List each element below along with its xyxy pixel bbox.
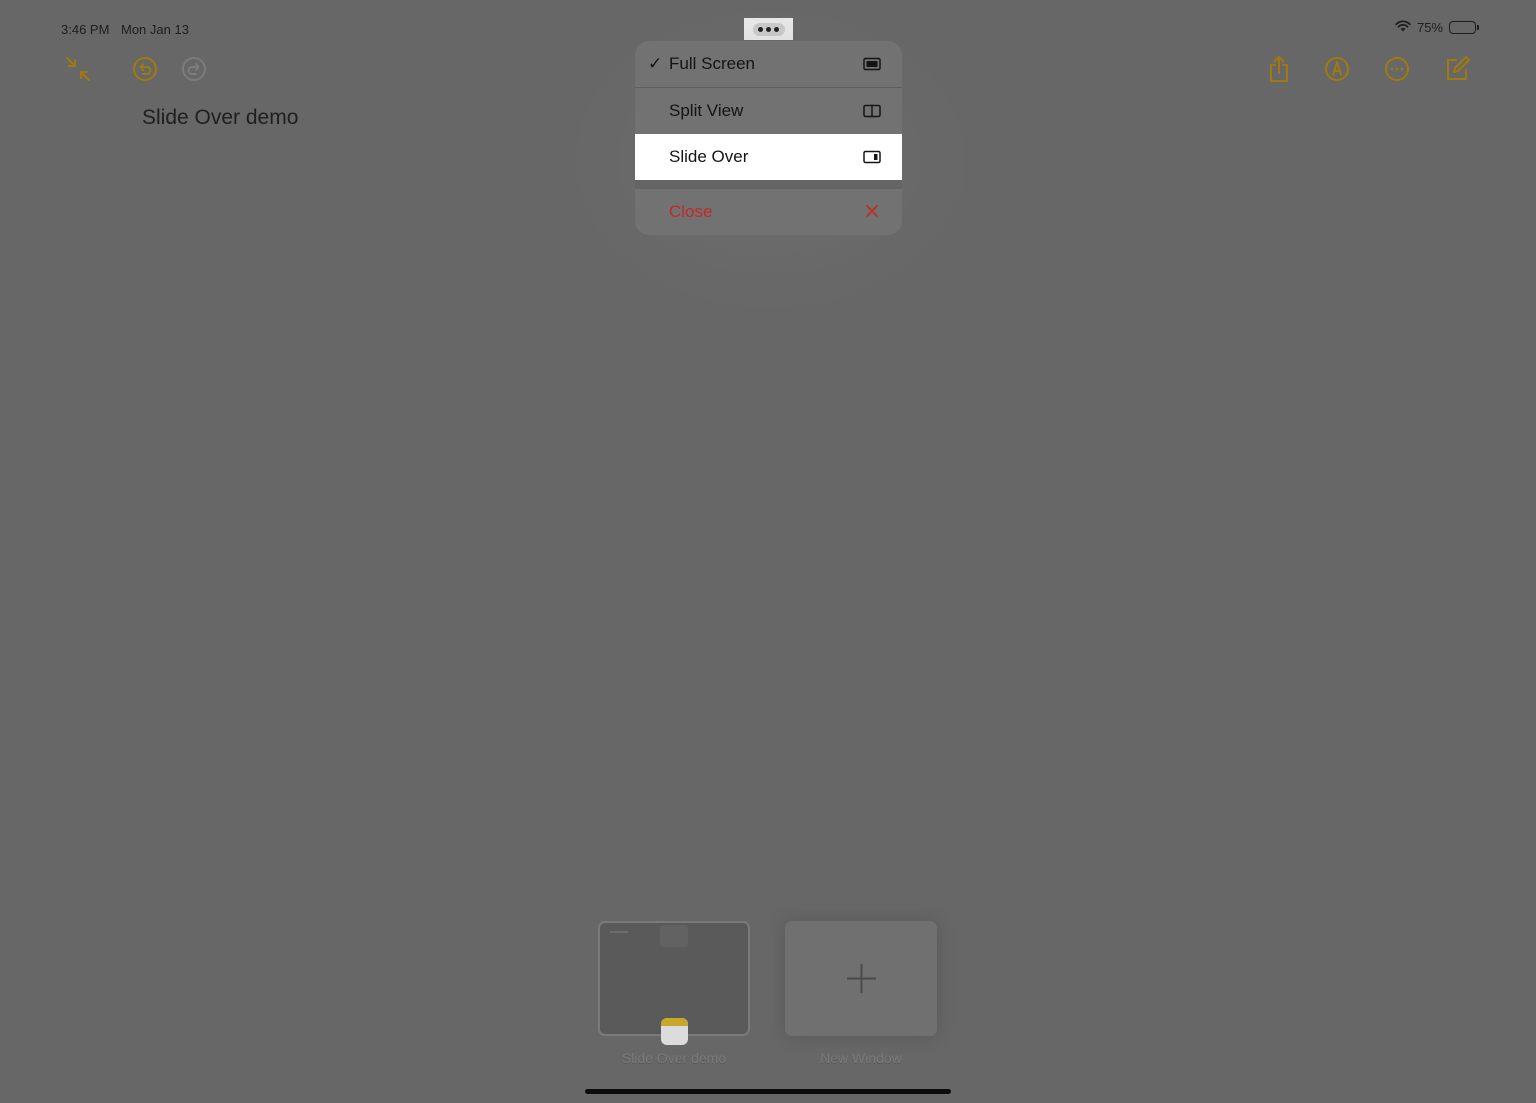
compose-icon[interactable] bbox=[1442, 54, 1472, 84]
menu-item-full-screen[interactable]: ✓ Full Screen bbox=[635, 41, 902, 87]
wifi-icon bbox=[1395, 20, 1411, 35]
split-view-icon bbox=[862, 103, 882, 119]
status-right-cluster: 75% bbox=[1395, 20, 1479, 35]
status-date: Mon Jan 13 bbox=[121, 22, 189, 37]
menu-item-close[interactable]: Close bbox=[635, 189, 902, 235]
battery-icon bbox=[1449, 21, 1479, 34]
battery-percent: 75% bbox=[1416, 20, 1443, 35]
markup-pen-icon[interactable] bbox=[1322, 54, 1352, 84]
ipad-screen: 3:46 PM Mon Jan 13 75% Slide Over demo ✓… bbox=[0, 0, 1536, 1103]
slide-over-icon bbox=[862, 149, 882, 165]
mini-title-preview bbox=[610, 931, 628, 933]
share-icon[interactable] bbox=[1264, 54, 1294, 84]
mini-menu-preview bbox=[660, 925, 688, 947]
home-indicator[interactable] bbox=[585, 1089, 951, 1094]
menu-item-label: Close bbox=[669, 202, 713, 221]
thumbnail-label: New Window bbox=[820, 1050, 902, 1066]
menu-item-label: Full Screen bbox=[669, 54, 755, 73]
menu-item-label: Split View bbox=[669, 101, 744, 120]
thumbnail-label: Slide Over demo bbox=[621, 1050, 727, 1066]
multitask-menu: ✓ Full Screen Split View Slide Over Clos… bbox=[635, 41, 902, 235]
close-x-icon bbox=[862, 204, 882, 220]
notes-app-icon bbox=[661, 1018, 688, 1045]
status-time: 3:46 PM bbox=[61, 22, 110, 37]
plus-icon bbox=[846, 963, 877, 994]
checkmark-icon: ✓ bbox=[648, 54, 663, 73]
full-screen-icon bbox=[862, 56, 882, 72]
menu-group-gap bbox=[635, 180, 902, 189]
note-title[interactable]: Slide Over demo bbox=[142, 106, 298, 130]
menu-item-split-view[interactable]: Split View bbox=[635, 88, 902, 134]
redo-icon[interactable] bbox=[179, 54, 209, 84]
undo-icon[interactable] bbox=[130, 54, 160, 84]
new-window-button[interactable] bbox=[785, 921, 937, 1036]
more-ellipsis-icon[interactable] bbox=[1382, 54, 1412, 84]
collapse-arrows-icon[interactable] bbox=[63, 54, 93, 84]
menu-item-label: Slide Over bbox=[669, 147, 749, 166]
menu-item-slide-over[interactable]: Slide Over bbox=[635, 134, 902, 180]
